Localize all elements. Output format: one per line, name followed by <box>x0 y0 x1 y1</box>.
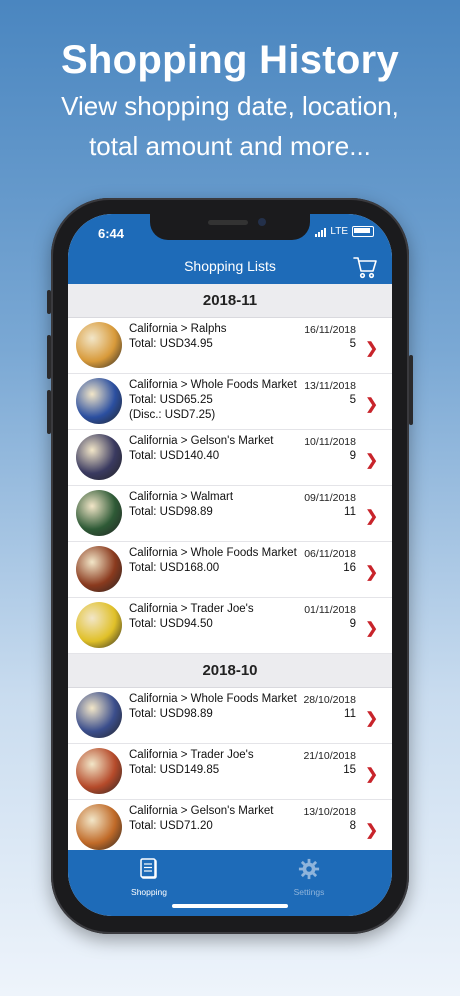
promo-subtitle-line1: View shopping date, location, <box>61 91 399 121</box>
product-thumbnail <box>76 602 122 648</box>
item-count: 5 <box>349 394 356 406</box>
item-count: 11 <box>344 506 356 518</box>
promo-subtitle: View shopping date, location, total amou… <box>0 86 460 166</box>
battery-icon <box>352 226 374 237</box>
chevron-right-icon: ❯ <box>365 396 378 413</box>
shopping-list-icon <box>140 858 157 879</box>
product-thumbnail <box>76 546 122 592</box>
shopping-date: 10/11/2018 <box>304 436 356 448</box>
status-indicators: LTE <box>315 226 374 237</box>
discount-amount: (Disc.: USD7.25) <box>129 409 216 421</box>
gear-icon <box>298 858 320 880</box>
phone-notch <box>150 214 310 240</box>
section-header: 2018-10 <box>68 654 392 688</box>
shopping-date: 16/11/2018 <box>304 324 356 336</box>
network-label: LTE <box>330 226 348 237</box>
total-amount: Total: USD98.89 <box>129 708 213 720</box>
item-count: 11 <box>344 708 356 720</box>
list-item[interactable]: California > Whole Foods Market Total: US… <box>68 374 392 430</box>
list-item[interactable]: California > Whole Foods Market Total: US… <box>68 542 392 598</box>
cart-icon[interactable] <box>352 254 378 280</box>
item-count: 5 <box>349 338 356 350</box>
product-thumbnail <box>76 692 122 738</box>
page-title: Shopping Lists <box>184 258 276 274</box>
total-amount: Total: USD71.20 <box>129 820 213 832</box>
item-count: 9 <box>349 618 356 630</box>
total-amount: Total: USD149.85 <box>129 764 220 776</box>
shopping-list[interactable]: 2018-11 California > Ralphs Total: USD34.9… <box>68 284 392 850</box>
store-location: California > Whole Foods Market <box>129 547 297 559</box>
tab-settings-label: Settings <box>293 887 325 897</box>
store-location: California > Gelson's Market <box>129 805 274 817</box>
item-count: 8 <box>349 820 356 832</box>
product-thumbnail <box>76 490 122 536</box>
promo-subtitle-line2: total amount and more... <box>89 131 371 161</box>
product-thumbnail <box>76 322 122 368</box>
chevron-right-icon: ❯ <box>365 508 378 525</box>
item-count: 15 <box>343 764 356 776</box>
shopping-date: 21/10/2018 <box>303 750 356 762</box>
total-amount: Total: USD34.95 <box>129 338 213 350</box>
section-header: 2018-11 <box>68 284 392 318</box>
list-item[interactable]: California > Gelson's Market Total: USD71… <box>68 800 392 850</box>
store-location: California > Whole Foods Market <box>129 693 297 705</box>
product-thumbnail <box>76 434 122 480</box>
product-thumbnail <box>76 804 122 850</box>
list-item[interactable]: California > Whole Foods Market Total: US… <box>68 688 392 744</box>
product-thumbnail <box>76 378 122 424</box>
chevron-right-icon: ❯ <box>365 452 378 469</box>
app-screen: 6:44 LTE Shopping Lists 2018-11 Californi… <box>68 214 392 916</box>
store-location: California > Gelson's Market <box>129 435 274 447</box>
tab-bar: Shopping Settings <box>68 850 392 916</box>
home-indicator[interactable] <box>172 904 288 908</box>
item-count: 9 <box>349 450 356 462</box>
status-time: 6:44 <box>98 226 125 241</box>
front-camera <box>258 218 266 226</box>
phone-volume-up <box>47 335 51 379</box>
total-amount: Total: USD65.25 <box>129 394 213 406</box>
item-count: 16 <box>343 562 356 574</box>
chevron-right-icon: ❯ <box>365 564 378 581</box>
chevron-right-icon: ❯ <box>365 822 378 839</box>
store-location: California > Trader Joe's <box>129 603 254 615</box>
phone-volume-down <box>47 390 51 434</box>
shopping-date: 13/10/2018 <box>303 806 356 818</box>
total-amount: Total: USD168.00 <box>129 562 220 574</box>
list-item[interactable]: California > Trader Joe's Total: USD149.8… <box>68 744 392 800</box>
store-location: California > Ralphs <box>129 323 227 335</box>
promo-title: Shopping History <box>60 38 400 82</box>
product-thumbnail <box>76 748 122 794</box>
shopping-date: 13/11/2018 <box>304 380 356 392</box>
tab-shopping-label: Shopping <box>131 887 167 897</box>
chevron-right-icon: ❯ <box>365 620 378 637</box>
total-amount: Total: USD140.40 <box>129 450 220 462</box>
list-item[interactable]: California > Gelson's Market Total: USD14… <box>68 430 392 486</box>
list-item[interactable]: California > Ralphs Total: USD34.95 16/11/… <box>68 318 392 374</box>
speaker-grille <box>208 220 248 225</box>
phone-power-button <box>409 355 413 425</box>
chevron-right-icon: ❯ <box>365 766 378 783</box>
store-location: California > Whole Foods Market <box>129 379 297 391</box>
store-location: California > Walmart <box>129 491 234 503</box>
phone-silent-switch <box>47 290 51 314</box>
chevron-right-icon: ❯ <box>365 340 378 357</box>
total-amount: Total: USD94.50 <box>129 618 213 630</box>
shopping-date: 06/11/2018 <box>304 548 356 560</box>
list-item[interactable]: California > Walmart Total: USD98.89 09/11… <box>68 486 392 542</box>
shopping-date: 01/11/2018 <box>304 604 356 616</box>
total-amount: Total: USD98.89 <box>129 506 213 518</box>
shopping-date: 09/11/2018 <box>304 492 356 504</box>
tab-settings[interactable]: Settings <box>264 858 354 897</box>
chevron-right-icon: ❯ <box>365 710 378 727</box>
tab-shopping[interactable]: Shopping <box>104 858 194 897</box>
signal-icon <box>315 227 327 237</box>
list-item[interactable]: California > Trader Joe's Total: USD94.50… <box>68 598 392 654</box>
store-location: California > Trader Joe's <box>129 749 254 761</box>
shopping-date: 28/10/2018 <box>303 694 356 706</box>
